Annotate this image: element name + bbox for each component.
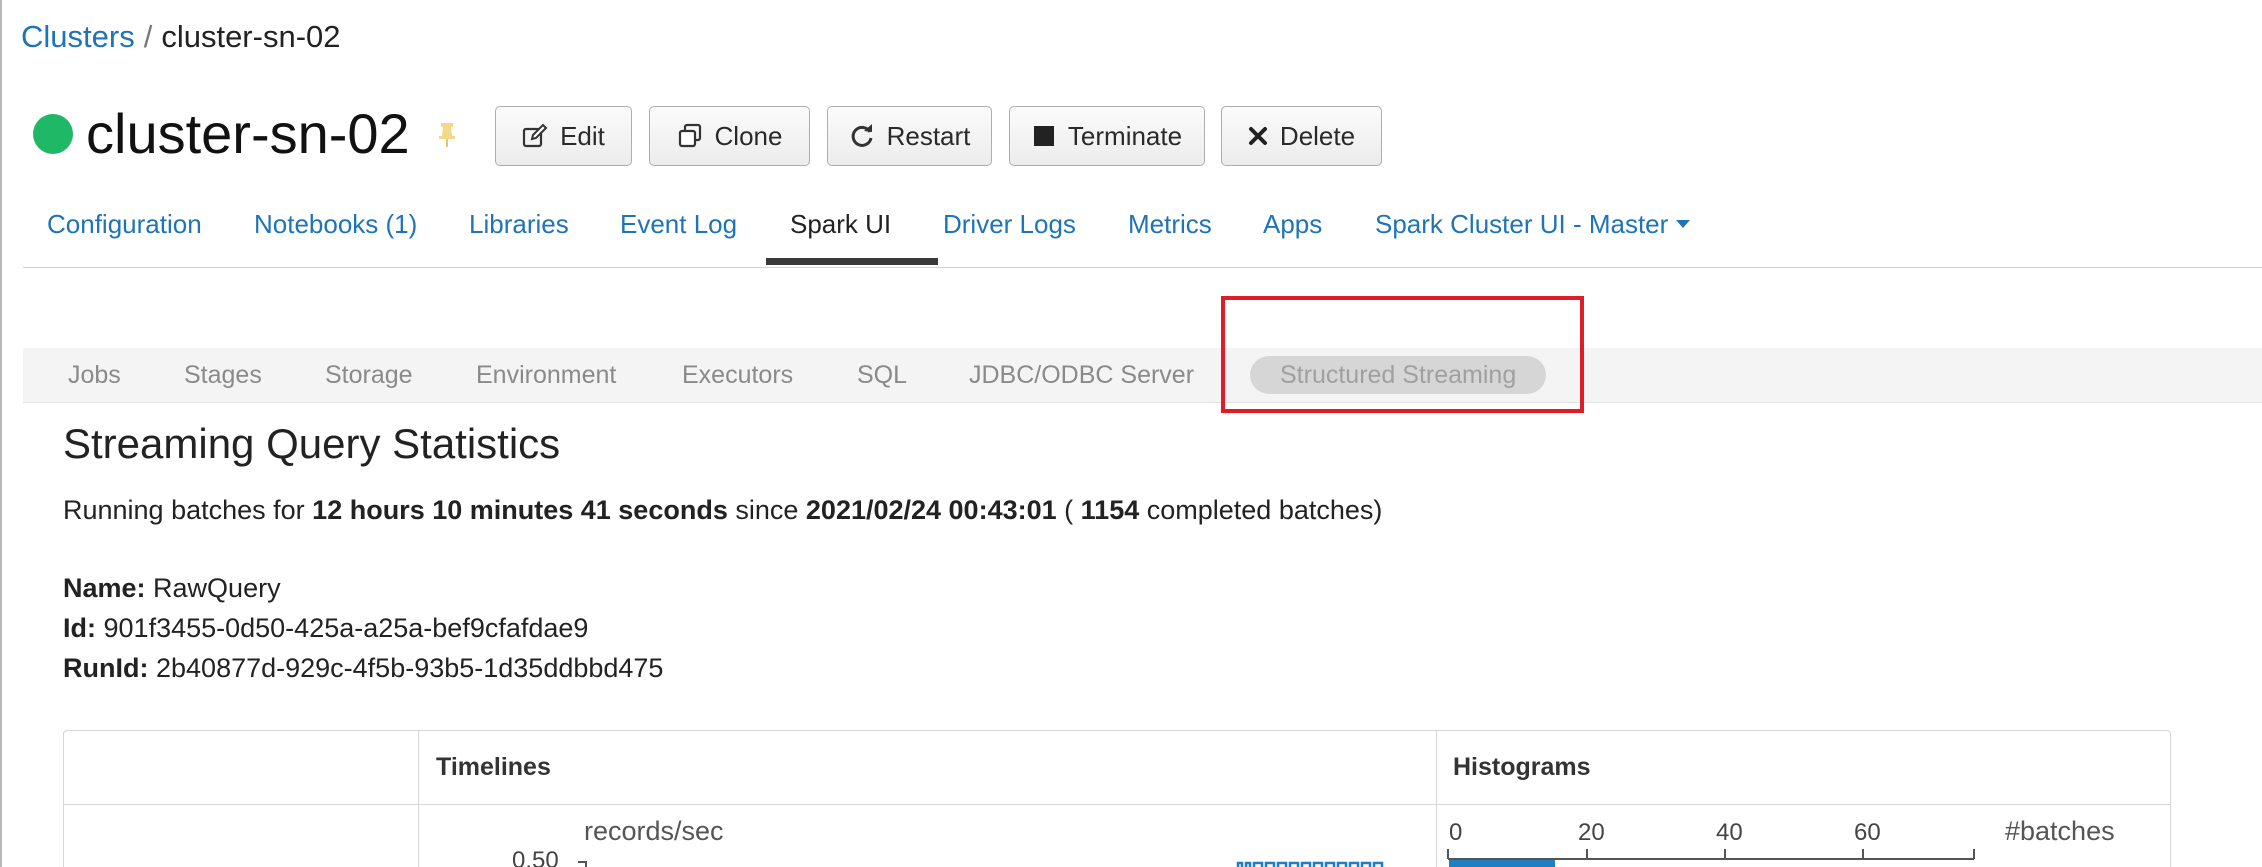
query-runid-label: RunId: bbox=[63, 653, 149, 683]
stop-icon bbox=[1033, 126, 1054, 146]
query-name-row: Name: RawQuery bbox=[63, 571, 281, 605]
tab-driver-logs[interactable]: Driver Logs bbox=[943, 208, 1076, 240]
spark-nav-structured-streaming[interactable]: Structured Streaming bbox=[1250, 356, 1547, 394]
chevron-down-icon bbox=[1676, 220, 1691, 229]
breadcrumb-clusters-link[interactable]: Clusters bbox=[21, 19, 135, 54]
spark-nav-jdbc-odbc-server[interactable]: JDBC/ODBC Server bbox=[969, 360, 1194, 390]
delete-button-label: Delete bbox=[1279, 120, 1356, 151]
spark-nav-jobs[interactable]: Jobs bbox=[68, 360, 121, 390]
query-id-label: Id: bbox=[63, 613, 96, 643]
stats-table: Timelines Histograms records/sec 0.50 0 … bbox=[63, 730, 2171, 867]
spark-nav-storage[interactable]: Storage bbox=[325, 360, 413, 390]
tab-spark-ui[interactable]: Spark UI bbox=[790, 208, 891, 240]
restart-button[interactable]: Restart bbox=[827, 106, 992, 166]
edit-icon bbox=[522, 123, 548, 148]
running-duration: 12 hours 10 minutes 41 seconds bbox=[312, 495, 728, 525]
query-runid-value: 2b40877d-929c-4f5b-93b5-1d35ddbbd475 bbox=[156, 653, 664, 683]
timeline-axis bbox=[578, 861, 587, 867]
clone-button-label: Clone bbox=[714, 120, 783, 151]
active-tab-underline bbox=[766, 258, 938, 265]
breadcrumb-current: cluster-sn-02 bbox=[161, 19, 341, 54]
tabs-divider bbox=[23, 267, 2262, 268]
tab-apps[interactable]: Apps bbox=[1263, 208, 1322, 240]
tab-libraries[interactable]: Libraries bbox=[469, 208, 569, 240]
window-left-border bbox=[0, 0, 2, 867]
breadcrumb-separator: / bbox=[143, 19, 153, 54]
table-header-row bbox=[64, 731, 2170, 805]
delete-button[interactable]: Delete bbox=[1221, 106, 1382, 166]
spark-nav-sql[interactable]: SQL bbox=[857, 360, 907, 390]
start-time: 2021/02/24 00:43:01 bbox=[805, 495, 1057, 525]
timeline-unit-label: records/sec bbox=[584, 816, 724, 846]
cluster-status-indicator bbox=[33, 114, 73, 154]
tab-metrics[interactable]: Metrics bbox=[1128, 208, 1212, 240]
header-timelines: Timelines bbox=[436, 753, 551, 781]
breadcrumb: Clusters / cluster-sn-02 bbox=[21, 17, 341, 57]
tab-spark-cluster-ui-label: Spark Cluster UI - Master bbox=[1375, 209, 1669, 239]
close-icon bbox=[1248, 127, 1267, 145]
query-name-label: Name: bbox=[63, 573, 146, 603]
column-divider bbox=[1436, 731, 1437, 867]
restart-button-label: Restart bbox=[886, 120, 971, 151]
spark-nav-environment[interactable]: Environment bbox=[476, 360, 616, 390]
histogram-tick-20: 20 bbox=[1578, 819, 1605, 846]
query-id-value: 901f3455-0d50-425a-a25a-bef9cfafdae9 bbox=[103, 613, 589, 643]
completed-batches-count: 1154 bbox=[1080, 495, 1140, 525]
edit-button-label: Edit bbox=[560, 120, 605, 151]
page-title: cluster-sn-02 bbox=[86, 102, 410, 165]
running-prefix: Running batches for bbox=[63, 495, 305, 525]
query-name-value: RawQuery bbox=[153, 573, 281, 603]
column-divider bbox=[418, 731, 419, 867]
spark-ui-nav: Jobs Stages Storage Environment Executor… bbox=[23, 348, 2262, 403]
histogram-unit-label: #batches bbox=[2005, 816, 2115, 846]
query-runid-row: RunId: 2b40877d-929c-4f5b-93b5-1d35ddbbd… bbox=[63, 651, 663, 685]
histogram-tick-40: 40 bbox=[1716, 819, 1743, 846]
histogram-tick-0: 0 bbox=[1449, 819, 1463, 846]
cluster-tabs: Configuration Notebooks (1) Libraries Ev… bbox=[23, 196, 2262, 268]
section-title: Streaming Query Statistics bbox=[63, 420, 561, 467]
timeline-axis-tick: 0.50 bbox=[512, 847, 559, 867]
terminate-button-label: Terminate bbox=[1067, 120, 1183, 151]
paren-open: ( bbox=[1064, 495, 1074, 525]
query-id-row: Id: 901f3455-0d50-425a-a25a-bef9cfafdae9 bbox=[63, 611, 588, 645]
running-summary: Running batches for 12 hours 10 minutes … bbox=[63, 493, 1382, 527]
tab-notebooks[interactable]: Notebooks (1) bbox=[254, 208, 417, 240]
tab-configuration[interactable]: Configuration bbox=[47, 208, 202, 240]
tab-spark-cluster-ui[interactable]: Spark Cluster UI - Master bbox=[1375, 208, 1691, 240]
spark-nav-executors[interactable]: Executors bbox=[682, 360, 793, 390]
tab-event-log[interactable]: Event Log bbox=[620, 208, 737, 240]
pin-icon[interactable] bbox=[434, 120, 460, 150]
timeline-series-line bbox=[1236, 861, 1384, 867]
since-label: since bbox=[735, 495, 799, 525]
restart-icon bbox=[851, 124, 873, 147]
histogram-tick-60: 60 bbox=[1854, 819, 1881, 846]
terminate-button[interactable]: Terminate bbox=[1009, 106, 1205, 166]
clone-button[interactable]: Clone bbox=[649, 106, 810, 166]
histogram-axis bbox=[1447, 849, 1975, 867]
header-histograms: Histograms bbox=[1453, 753, 1591, 781]
completed-suffix: completed batches) bbox=[1146, 495, 1383, 525]
clone-icon bbox=[678, 123, 701, 148]
spark-nav-stages[interactable]: Stages bbox=[184, 360, 262, 390]
edit-button[interactable]: Edit bbox=[495, 106, 632, 166]
